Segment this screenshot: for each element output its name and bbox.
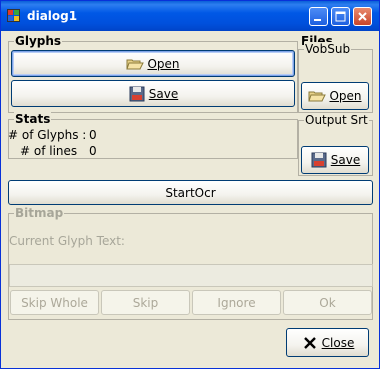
output-save-button[interactable]: Save [301, 146, 369, 174]
folder-open-icon [308, 88, 327, 104]
glyphs-open-button[interactable]: Open [11, 50, 295, 77]
vobsub-open-button[interactable]: Open [301, 82, 369, 110]
close-label: Close [321, 335, 355, 350]
ok-label: Ok [319, 295, 336, 310]
vobsub-open-label: Open [329, 89, 362, 103]
glyph-count-value: 0 [89, 128, 97, 142]
floppy-disk-icon [128, 86, 146, 102]
dialog-client: Glyphs Open Save Stats # of Glyphs : 0 #… [4, 31, 376, 365]
close-x-icon [301, 335, 319, 351]
minimize-icon [314, 19, 321, 21]
skip-whole-button[interactable]: Skip Whole [10, 290, 99, 315]
current-glyph-text-label: Current Glyph Text: [9, 234, 125, 248]
skip-label: Skip [132, 295, 159, 310]
ok-button[interactable]: Ok [283, 290, 372, 315]
start-ocr-label: StartOcr [165, 185, 216, 200]
floppy-disk-icon [310, 152, 328, 168]
window-title: dialog1 [27, 9, 78, 23]
dialog-window: dialog1 Glyphs Open Save Stats # of Glyp… [0, 0, 380, 369]
line-count-value: 0 [89, 144, 97, 158]
glyph-count-label: # of Glyphs : [8, 128, 87, 142]
maximize-icon [335, 11, 346, 22]
output-save-label: Save [330, 153, 361, 167]
bitmap-legend: Bitmap [14, 206, 65, 220]
close-icon [358, 12, 367, 21]
skip-button[interactable]: Skip [101, 290, 190, 315]
close-window-button[interactable] [353, 7, 372, 26]
glyphs-save-button[interactable]: Save [11, 80, 295, 107]
app-cube-icon [6, 8, 22, 24]
maximize-button[interactable] [331, 7, 350, 26]
minimize-button[interactable] [309, 7, 328, 26]
glyphs-open-label: Open [147, 56, 180, 71]
vobsub-legend: VobSub [304, 42, 352, 56]
output-srt-legend: Output Srt [304, 113, 369, 127]
line-count-label: # of lines [20, 144, 78, 158]
title-bar[interactable]: dialog1 [1, 1, 379, 31]
skip-whole-label: Skip Whole [21, 295, 88, 310]
ignore-button[interactable]: Ignore [192, 290, 281, 315]
current-glyph-text-field[interactable] [9, 264, 373, 287]
folder-open-icon [126, 56, 145, 72]
ignore-label: Ignore [217, 295, 256, 310]
glyphs-save-label: Save [148, 86, 179, 101]
start-ocr-button[interactable]: StartOcr [8, 180, 373, 205]
stats-legend: Stats [14, 112, 52, 126]
close-button[interactable]: Close [286, 328, 369, 357]
glyphs-legend: Glyphs [14, 34, 63, 48]
